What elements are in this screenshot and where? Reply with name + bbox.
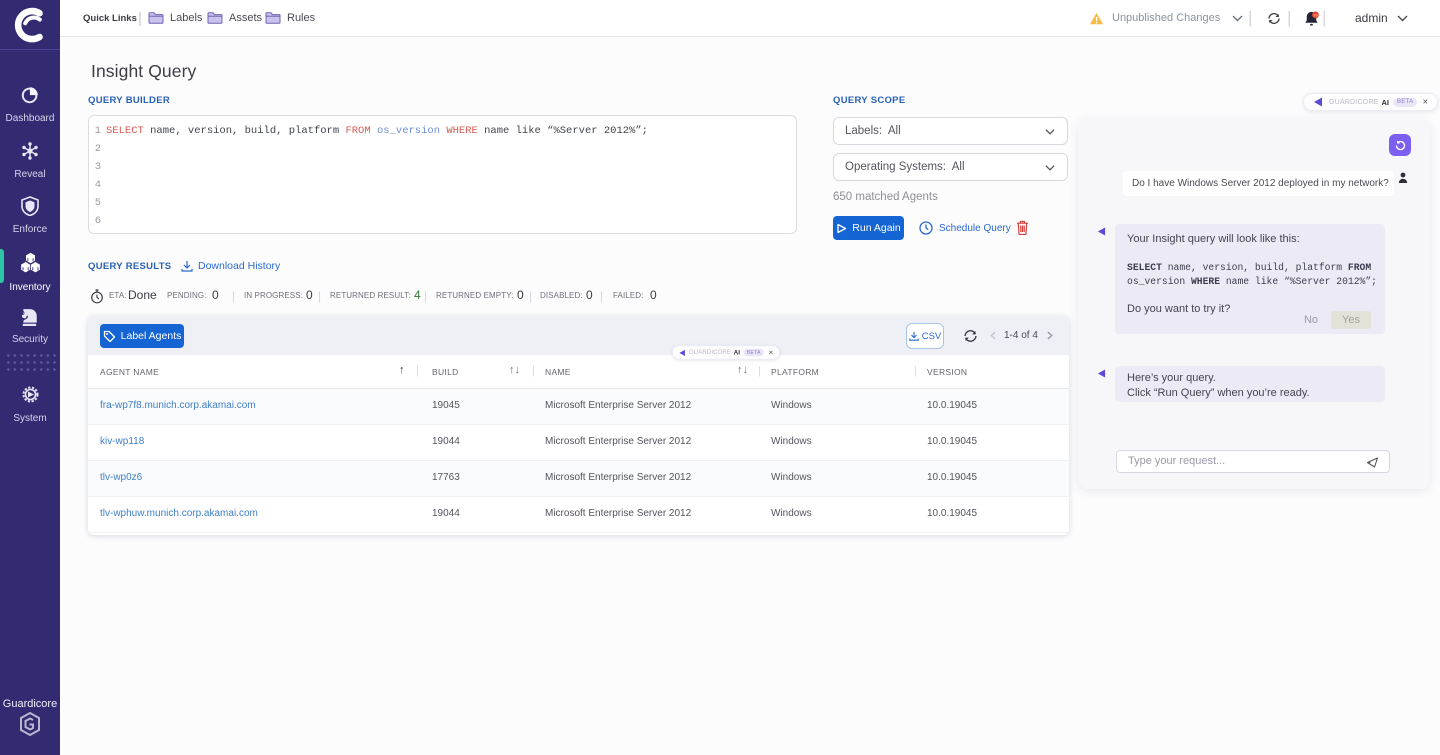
svg-text:99: 99 bbox=[1313, 12, 1318, 17]
